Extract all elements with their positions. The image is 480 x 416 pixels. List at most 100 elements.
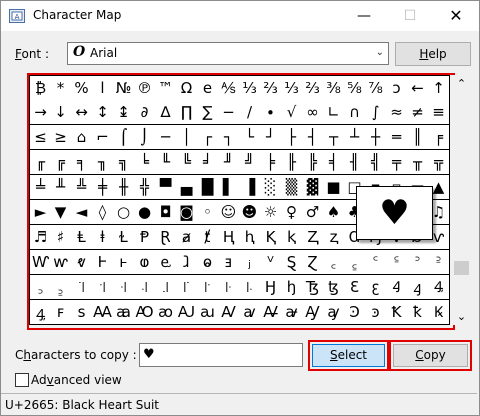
- char-cell[interactable]: ⱨ: [239, 225, 261, 250]
- char-cell[interactable]: ⱻ: [218, 250, 240, 275]
- char-cell[interactable]: ꜱ: [71, 300, 93, 325]
- char-cell[interactable]: Ꜩ: [302, 275, 324, 300]
- char-cell[interactable]: ⱺ: [197, 250, 219, 275]
- char-cell[interactable]: ╖: [92, 150, 114, 175]
- char-cell[interactable]: ™: [155, 75, 177, 101]
- char-cell[interactable]: ≤: [29, 125, 52, 150]
- char-cell[interactable]: ╗: [113, 150, 135, 175]
- char-cell[interactable]: ꜇: [50, 275, 72, 300]
- char-cell[interactable]: ♠: [323, 200, 345, 225]
- char-cell[interactable]: ⌠: [113, 125, 135, 150]
- char-cell[interactable]: ═: [386, 125, 408, 150]
- char-cell[interactable]: ⱡ: [92, 225, 114, 250]
- char-cell[interactable]: ╩: [71, 175, 93, 200]
- char-cell[interactable]: ■: [323, 175, 345, 200]
- char-cell[interactable]: ╔: [50, 150, 72, 175]
- char-cell[interactable]: ꜄: [407, 250, 429, 275]
- char-cell[interactable]: ⱥ: [176, 225, 198, 250]
- char-cell[interactable]: ╧: [29, 175, 52, 200]
- char-cell[interactable]: −: [218, 100, 240, 125]
- char-cell[interactable]: ╣: [365, 150, 387, 175]
- scroll-up-arrow-icon[interactable]: ⌃: [453, 77, 470, 90]
- char-cell[interactable]: ▒: [281, 175, 303, 200]
- char-cell[interactable]: ←: [407, 75, 429, 101]
- char-cell[interactable]: √: [281, 100, 303, 125]
- char-cell[interactable]: ꜻ: [281, 300, 303, 325]
- char-cell[interactable]: ≥: [50, 125, 72, 150]
- char-cell[interactable]: ┤: [302, 125, 324, 150]
- char-cell[interactable]: ╜: [218, 150, 240, 175]
- char-cell[interactable]: Ꜯ: [428, 275, 450, 300]
- char-cell[interactable]: ╘: [134, 150, 156, 175]
- char-cell[interactable]: ⅝: [344, 75, 366, 101]
- char-cell[interactable]: *: [50, 75, 72, 101]
- font-dropdown[interactable]: O Arial ⌄: [67, 42, 389, 65]
- char-cell[interactable]: ┐: [218, 125, 240, 150]
- char-cell[interactable]: Ⱶ: [92, 250, 114, 275]
- char-cell[interactable]: ꜷ: [197, 300, 219, 325]
- char-cell[interactable]: ╛: [197, 150, 219, 175]
- char-cell[interactable]: ꜽ: [323, 300, 345, 325]
- char-cell[interactable]: ┌: [197, 125, 219, 150]
- char-cell[interactable]: ꜭ: [407, 275, 429, 300]
- char-cell[interactable]: ꜌: [155, 275, 177, 300]
- char-cell[interactable]: ╫: [113, 175, 135, 200]
- scrollbar-thumb[interactable]: [454, 261, 469, 275]
- char-cell[interactable]: ∩: [344, 100, 366, 125]
- char-cell[interactable]: ⱬ: [323, 225, 345, 250]
- char-cell[interactable]: l: [92, 75, 114, 101]
- char-cell[interactable]: ⱹ: [176, 250, 198, 275]
- char-cell[interactable]: ⅞: [365, 75, 387, 101]
- char-cell[interactable]: ╬: [134, 175, 156, 200]
- char-cell[interactable]: Ⱨ: [218, 225, 240, 250]
- grid-scrollbar[interactable]: ⌃ ⌄: [453, 75, 470, 325]
- char-cell[interactable]: ⱴ: [71, 250, 93, 275]
- char-cell[interactable]: ╥: [407, 150, 429, 175]
- char-cell[interactable]: ⅍: [218, 75, 240, 101]
- char-cell[interactable]: ○: [113, 200, 135, 225]
- char-cell[interactable]: ║: [407, 125, 429, 150]
- char-cell[interactable]: ꜈: [71, 275, 93, 300]
- char-cell[interactable]: ⅓: [281, 75, 303, 101]
- char-cell[interactable]: └: [239, 125, 261, 150]
- char-cell[interactable]: ⌂: [71, 125, 93, 150]
- char-cell[interactable]: ♯: [50, 225, 72, 250]
- char-cell[interactable]: ∕: [239, 100, 261, 125]
- char-cell[interactable]: ↔: [71, 100, 93, 125]
- advanced-view-label[interactable]: Advanced view: [31, 373, 122, 387]
- char-cell[interactable]: ♀: [281, 200, 303, 225]
- char-cell[interactable]: Ꜿ: [344, 300, 366, 325]
- char-cell[interactable]: ░: [260, 175, 282, 200]
- char-cell[interactable]: Ꜷ: [176, 300, 198, 325]
- char-cell[interactable]: ⱳ: [50, 250, 72, 275]
- char-cell[interactable]: ꜳ: [113, 300, 135, 325]
- char-cell[interactable]: ◄: [71, 200, 93, 225]
- close-button[interactable]: ✕: [433, 1, 479, 31]
- char-cell[interactable]: ∂: [134, 100, 156, 125]
- char-cell[interactable]: ꜆: [29, 275, 52, 300]
- char-cell[interactable]: Ɫ: [113, 225, 135, 250]
- scroll-down-arrow-icon[interactable]: ⌄: [453, 310, 470, 323]
- char-cell[interactable]: ꜫ: [365, 275, 387, 300]
- char-cell[interactable]: Ꜽ: [302, 300, 324, 325]
- char-cell[interactable]: █: [197, 175, 219, 200]
- help-button[interactable]: Help: [395, 42, 471, 66]
- char-cell[interactable]: ╢: [344, 150, 366, 175]
- char-cell[interactable]: ◘: [155, 200, 177, 225]
- char-cell[interactable]: Ꜧ: [260, 275, 282, 300]
- char-cell[interactable]: ↄ: [386, 75, 408, 101]
- char-cell[interactable]: ⌡: [134, 125, 156, 150]
- char-cell[interactable]: ꜅: [428, 250, 450, 275]
- char-cell[interactable]: Ꜹ: [218, 300, 240, 325]
- char-cell[interactable]: ↑: [428, 75, 450, 101]
- char-cell[interactable]: ꜋: [134, 275, 156, 300]
- char-cell[interactable]: ⱶ: [113, 250, 135, 275]
- char-cell[interactable]: Ꝁ: [386, 300, 408, 325]
- char-cell[interactable]: ℗: [134, 75, 156, 101]
- char-cell[interactable]: ∫: [365, 100, 387, 125]
- char-cell[interactable]: ▀: [155, 175, 177, 200]
- char-cell[interactable]: ⱼ: [239, 250, 261, 275]
- char-cell[interactable]: ↓: [50, 100, 72, 125]
- char-cell[interactable]: Ⱪ: [260, 225, 282, 250]
- char-cell[interactable]: ♬: [29, 225, 52, 250]
